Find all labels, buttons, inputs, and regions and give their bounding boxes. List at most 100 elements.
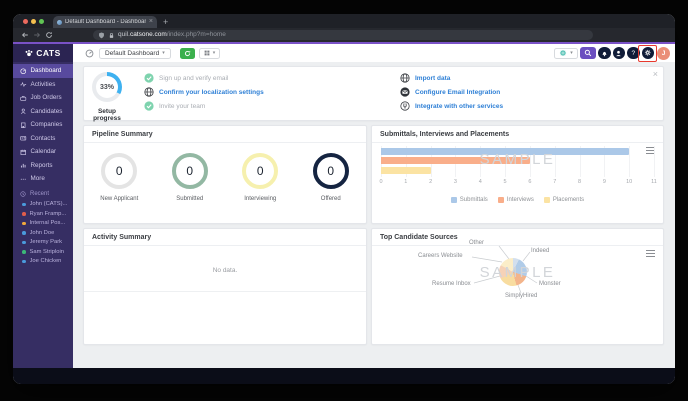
x-axis-tick-label: 5	[503, 179, 507, 185]
x-axis-tick-label: 10	[626, 179, 633, 185]
paw-icon	[25, 49, 33, 57]
dashboard-icon	[20, 67, 27, 74]
annotation-highlight-box	[638, 44, 657, 62]
sidebar-item-reports[interactable]: Reports	[13, 159, 73, 173]
window-bottom-strip	[13, 368, 675, 384]
pipeline-stage[interactable]: 0 New Applicant	[84, 143, 155, 225]
pie-leader-line	[522, 251, 531, 262]
user-avatar[interactable]: J	[657, 46, 670, 60]
sidebar-item-companies[interactable]: Companies	[13, 118, 73, 132]
card-title: Activity Summary	[84, 229, 366, 246]
sidebar-item-job-orders[interactable]: Job Orders	[13, 91, 73, 105]
app-navbar: CATS Default Dashboard ▾ ▾ ▾ ? J	[13, 42, 675, 62]
setup-task[interactable]: Import data	[400, 72, 450, 84]
setup-task[interactable]: Confirm your localization settings	[144, 86, 264, 98]
address-bar[interactable]: quil.catsone.com/index.php?m=home	[93, 30, 593, 40]
recent-item[interactable]: Internal Pos...	[13, 219, 73, 229]
dashboard-gauge-icon	[85, 49, 94, 57]
bar-chart-icon	[20, 163, 26, 168]
profile-button[interactable]	[612, 46, 625, 60]
recent-item[interactable]: John (CATS)...	[13, 200, 73, 210]
refresh-dashboard-button[interactable]	[180, 47, 195, 59]
search-button[interactable]	[580, 47, 596, 59]
tab-title: Default Dashboard - Dashboar...	[65, 19, 146, 25]
recent-item[interactable]: Sam Striploin	[13, 247, 73, 257]
shield-icon[interactable]	[98, 32, 105, 39]
close-setup-icon[interactable]: ×	[653, 69, 658, 79]
gear-icon	[560, 49, 567, 57]
pie-leader-line	[498, 245, 510, 260]
sidebar-item-activities[interactable]: Activities	[13, 78, 73, 92]
recent-item-dot	[22, 250, 26, 254]
new-tab-button[interactable]: +	[163, 16, 168, 28]
sidebar-item-calendar[interactable]: Calendar	[13, 145, 73, 159]
lock-icon[interactable]	[108, 32, 115, 39]
notifications-button[interactable]	[598, 46, 611, 60]
globe-icon	[400, 73, 410, 83]
setup-progress-label: Setup progress	[93, 108, 121, 122]
question-mark-icon: ?	[631, 49, 636, 57]
legend-swatch	[497, 197, 504, 203]
search-icon	[584, 49, 592, 57]
browser-toolbar: quil.catsone.com/index.php?m=home	[13, 28, 675, 42]
pie-leader-line	[517, 284, 522, 294]
tab-close-icon[interactable]: ×	[149, 18, 153, 25]
chevron-down-icon: ▾	[212, 50, 216, 56]
browser-tab[interactable]: Default Dashboard - Dashboar... ×	[53, 16, 157, 28]
sidebar-item-more[interactable]: More	[13, 172, 73, 186]
chevron-down-icon: ▾	[162, 50, 165, 56]
recent-item[interactable]: Joe Chicken	[13, 257, 73, 267]
grid-icon	[204, 50, 210, 56]
recent-item[interactable]: Jeremy Park	[13, 238, 73, 248]
x-axis-tick-label: 4	[478, 179, 482, 185]
forward-icon[interactable]	[33, 31, 41, 39]
legend-label: Interviews	[506, 197, 534, 203]
x-axis-tick-label: 7	[553, 179, 557, 185]
cats-logo[interactable]: CATS	[13, 44, 73, 62]
recent-item[interactable]: John Doe	[13, 228, 73, 238]
setup-task[interactable]: Integrate with other services	[400, 100, 503, 112]
screenshot-root: Default Dashboard - Dashboar... × + quil…	[0, 0, 688, 401]
ellipsis-icon	[20, 178, 26, 180]
stage-circle: 0	[242, 153, 279, 189]
traffic-light-close[interactable]	[23, 18, 28, 24]
x-axis-tick-label: 3	[453, 179, 457, 185]
activity-summary-card: Activity Summary No data.	[83, 228, 367, 345]
divider	[84, 291, 366, 292]
stage-circle: 0	[171, 153, 208, 189]
person-icon	[616, 50, 622, 56]
logo-text: CATS	[36, 48, 61, 58]
recent-item[interactable]: Ryan Framp...	[13, 209, 73, 219]
plug-icon	[400, 101, 410, 111]
x-axis-tick-label: 2	[429, 179, 433, 185]
activities-icon	[20, 81, 27, 87]
reload-icon[interactable]	[45, 31, 53, 39]
card-title: Pipeline Summary	[84, 126, 366, 143]
sidebar-item-candidates[interactable]: Candidates	[13, 105, 73, 119]
sidebar-item-dashboard[interactable]: Dashboard	[13, 64, 73, 78]
person-icon	[20, 108, 26, 114]
recent-header: Recent	[13, 189, 73, 200]
browser-tab-bar: Default Dashboard - Dashboar... × +	[13, 14, 675, 28]
x-axis-tick-label: 11	[651, 179, 657, 185]
candidate-sources-card: Top Candidate Sources Other Indeed Monster…	[371, 228, 664, 345]
layout-menu-button[interactable]: ▾	[199, 47, 220, 59]
dashboard-selector[interactable]: Default Dashboard ▾	[99, 47, 171, 59]
pipeline-stage[interactable]: 0 Submitted	[155, 143, 226, 225]
traffic-light-zoom[interactable]	[39, 18, 44, 24]
pipeline-stage[interactable]: 0 Interviewing	[225, 143, 296, 225]
setup-task[interactable]: Configure Email Integration	[400, 86, 500, 98]
check-circle-icon	[144, 73, 154, 83]
pipeline-stage[interactable]: 0 Offered	[296, 143, 367, 225]
sidebar-item-contacts[interactable]: Contacts	[13, 132, 73, 146]
traffic-light-minimize[interactable]	[31, 18, 36, 24]
recent-item-dot	[22, 212, 26, 216]
pie-leader-line	[471, 256, 503, 263]
pipeline-summary-card: Pipeline Summary 0 New Applicant 0 Submi…	[83, 125, 367, 224]
back-icon[interactable]	[21, 31, 29, 39]
recent-item-dot	[22, 259, 26, 263]
settings-dropdown-button[interactable]: ▾	[554, 47, 578, 59]
pie-slice-label: Careers Website	[418, 253, 463, 259]
dashboard-selector-label: Default Dashboard	[105, 49, 160, 57]
x-axis-tick-label: 1	[404, 179, 408, 185]
